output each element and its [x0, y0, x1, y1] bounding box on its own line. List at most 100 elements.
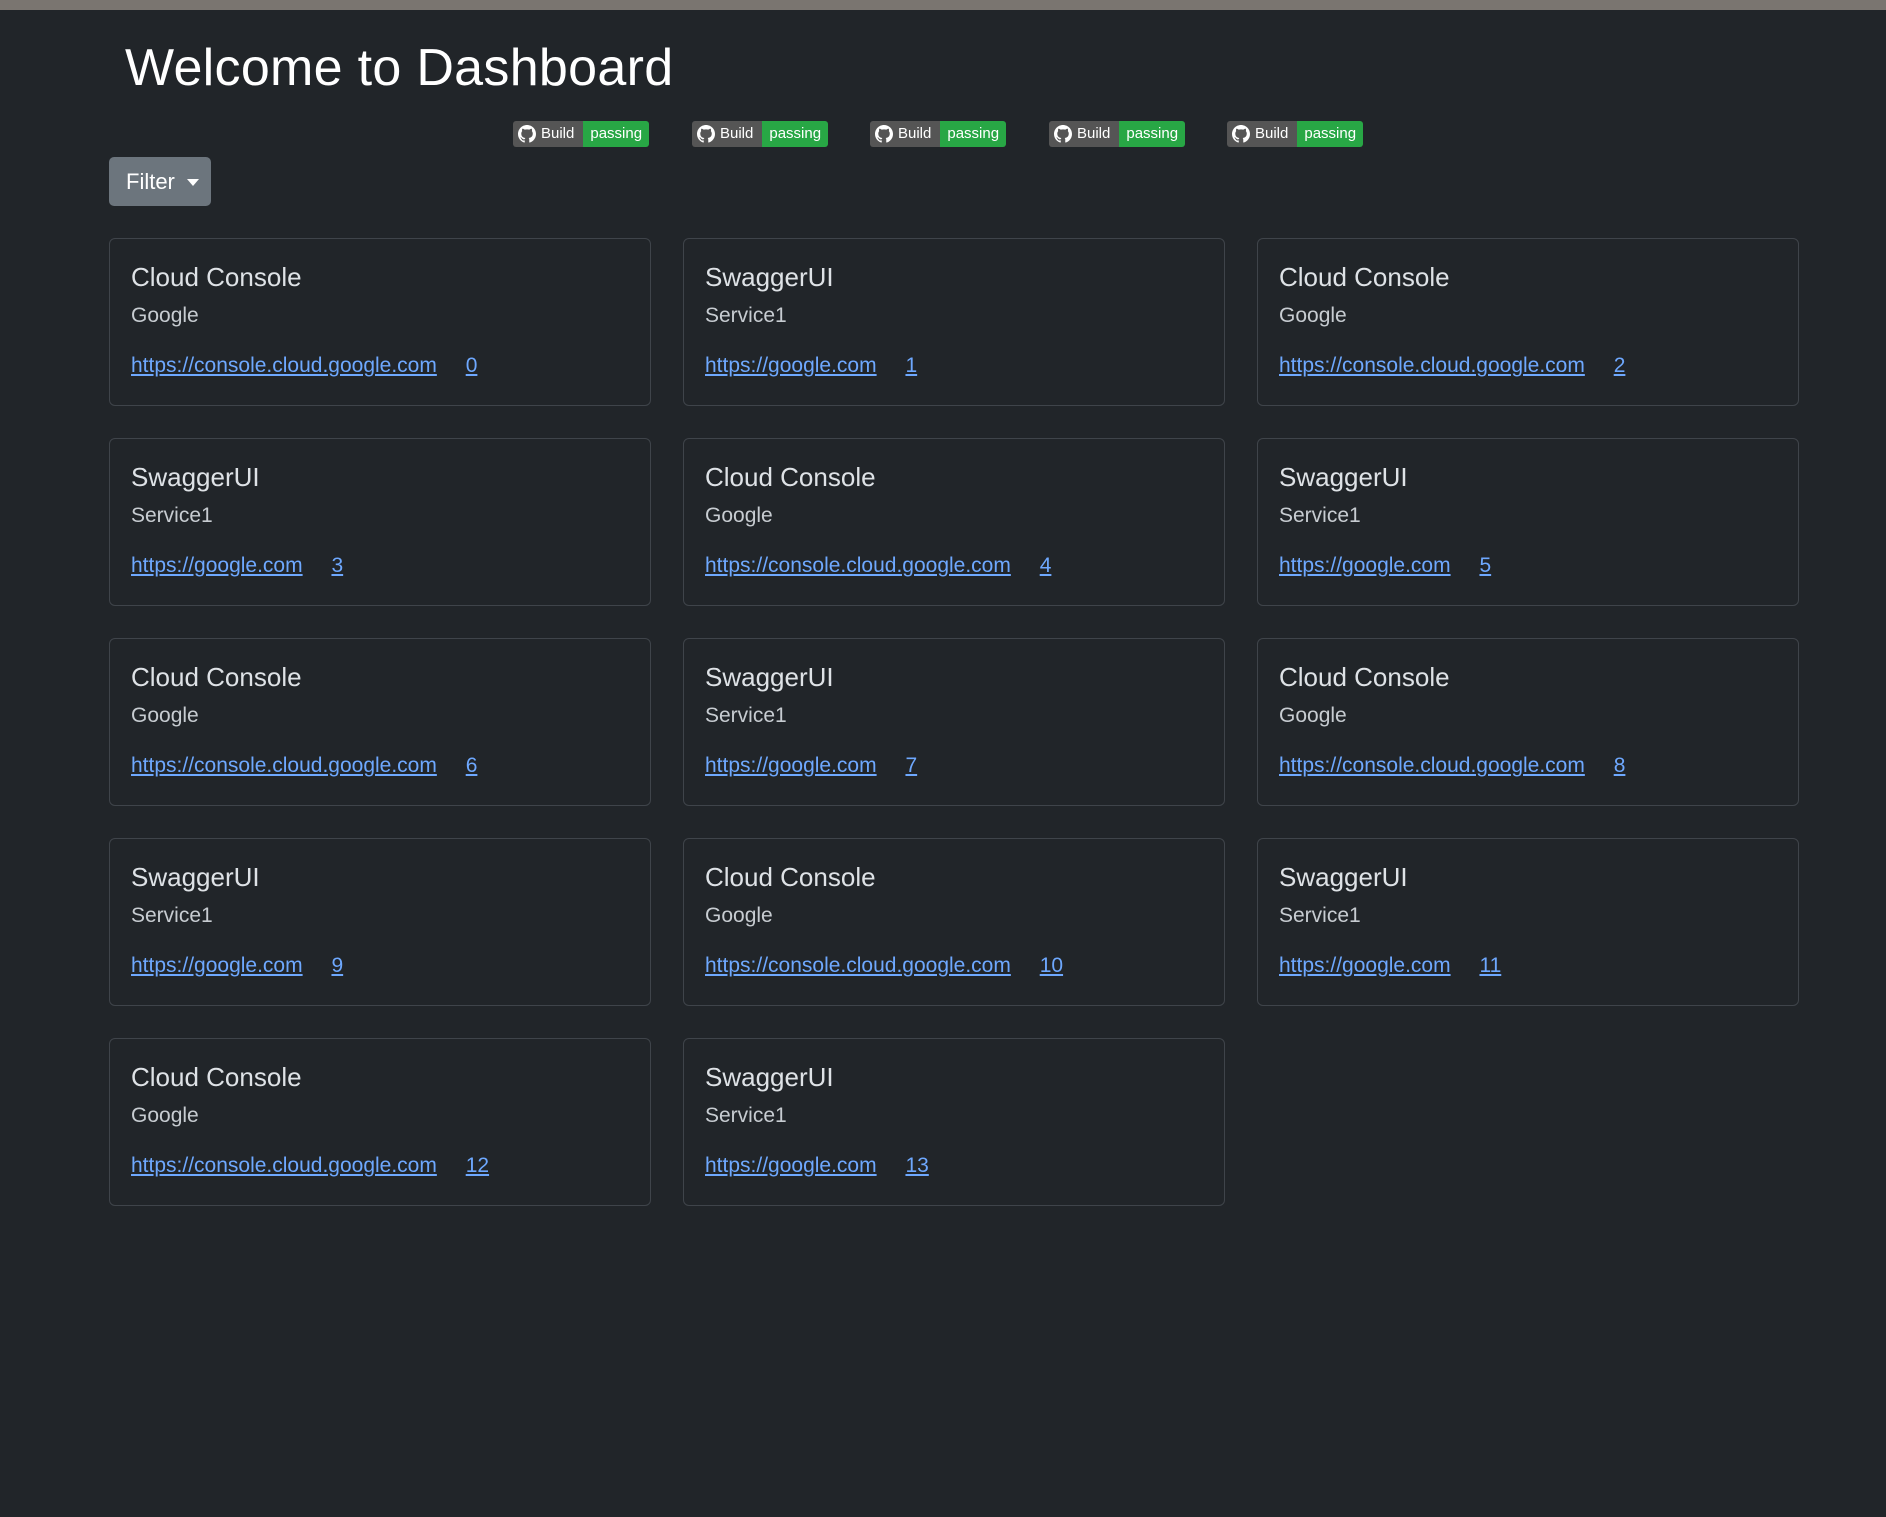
badge-status: passing	[583, 121, 650, 147]
card-links: https://google.com 3	[131, 552, 629, 580]
card-subtitle: Service1	[131, 504, 213, 527]
card-index-link[interactable]: 8	[1614, 754, 1626, 777]
badge-status: passing	[940, 121, 1007, 147]
service-card: SwaggerUI Service1 https://google.com 11	[1257, 838, 1799, 1006]
card-title: SwaggerUI	[1279, 862, 1408, 892]
badge-label-segment: Build	[1227, 121, 1298, 147]
card-index-link[interactable]: 1	[905, 354, 917, 377]
card-links: https://google.com 13	[705, 1152, 1203, 1180]
card-index-link[interactable]: 12	[466, 1154, 489, 1177]
badge-label-segment: Build	[513, 121, 584, 147]
badge-status: passing	[762, 121, 829, 147]
service-card: Cloud Console Google https://console.clo…	[109, 638, 651, 806]
service-card-grid: Cloud Console Google https://console.clo…	[109, 238, 1799, 1206]
filter-dropdown-button[interactable]: Filter	[109, 157, 211, 206]
service-card: Cloud Console Google https://console.clo…	[109, 1038, 651, 1206]
card-url-link[interactable]: https://google.com	[131, 954, 303, 977]
card-title: Cloud Console	[131, 262, 302, 292]
card-title: SwaggerUI	[705, 262, 834, 292]
card-title: Cloud Console	[1279, 662, 1450, 692]
card-subtitle: Service1	[1279, 904, 1361, 927]
card-title: Cloud Console	[705, 862, 876, 892]
card-url-link[interactable]: https://google.com	[705, 354, 877, 377]
card-links: https://google.com 1	[705, 352, 1203, 380]
github-icon	[1054, 125, 1072, 143]
card-links: https://console.cloud.google.com 4	[705, 552, 1203, 580]
build-badges: Build passing Build passing Build passin…	[0, 121, 1886, 147]
card-subtitle: Google	[131, 1104, 199, 1127]
card-url-link[interactable]: https://console.cloud.google.com	[705, 954, 1011, 977]
card-url-link[interactable]: https://console.cloud.google.com	[131, 754, 437, 777]
card-index-link[interactable]: 4	[1040, 554, 1052, 577]
service-card: SwaggerUI Service1 https://google.com 13	[683, 1038, 1225, 1206]
card-title: SwaggerUI	[131, 862, 260, 892]
card-url-link[interactable]: https://console.cloud.google.com	[705, 554, 1011, 577]
build-badge[interactable]: Build passing	[692, 121, 829, 147]
badge-status: passing	[1119, 121, 1186, 147]
card-links: https://console.cloud.google.com 10	[705, 952, 1203, 980]
card-subtitle: Service1	[705, 704, 787, 727]
card-index-link[interactable]: 0	[466, 354, 478, 377]
card-url-link[interactable]: https://console.cloud.google.com	[1279, 354, 1585, 377]
card-subtitle: Google	[1279, 704, 1347, 727]
card-links: https://console.cloud.google.com 8	[1279, 752, 1777, 780]
service-card: Cloud Console Google https://console.clo…	[1257, 238, 1799, 406]
github-icon	[697, 125, 715, 143]
card-index-link[interactable]: 6	[466, 754, 478, 777]
build-badge[interactable]: Build passing	[1227, 121, 1364, 147]
badge-label: Build	[720, 125, 754, 142]
card-url-link[interactable]: https://console.cloud.google.com	[131, 354, 437, 377]
browser-top-strip	[0, 0, 1886, 10]
service-card: Cloud Console Google https://console.clo…	[683, 438, 1225, 606]
card-title: SwaggerUI	[131, 462, 260, 492]
card-subtitle: Service1	[705, 1104, 787, 1127]
badge-label-segment: Build	[1049, 121, 1120, 147]
card-links: https://google.com 5	[1279, 552, 1777, 580]
card-index-link[interactable]: 3	[331, 554, 343, 577]
github-icon	[875, 125, 893, 143]
card-index-link[interactable]: 2	[1614, 354, 1626, 377]
card-url-link[interactable]: https://google.com	[705, 754, 877, 777]
badge-label-segment: Build	[692, 121, 763, 147]
card-links: https://google.com 9	[131, 952, 629, 980]
build-badge[interactable]: Build passing	[1049, 121, 1186, 147]
card-index-link[interactable]: 7	[905, 754, 917, 777]
card-links: https://google.com 11	[1279, 952, 1777, 980]
service-card: SwaggerUI Service1 https://google.com 3	[109, 438, 651, 606]
card-url-link[interactable]: https://google.com	[131, 554, 303, 577]
badge-label-segment: Build	[870, 121, 941, 147]
card-subtitle: Service1	[705, 304, 787, 327]
card-subtitle: Service1	[131, 904, 213, 927]
service-card: SwaggerUI Service1 https://google.com 1	[683, 238, 1225, 406]
card-index-link[interactable]: 10	[1040, 954, 1063, 977]
card-url-link[interactable]: https://console.cloud.google.com	[1279, 754, 1585, 777]
card-links: https://console.cloud.google.com 6	[131, 752, 629, 780]
card-url-link[interactable]: https://console.cloud.google.com	[131, 1154, 437, 1177]
service-card: SwaggerUI Service1 https://google.com 9	[109, 838, 651, 1006]
card-url-link[interactable]: https://google.com	[705, 1154, 877, 1177]
card-title: SwaggerUI	[1279, 462, 1408, 492]
card-title: Cloud Console	[131, 662, 302, 692]
card-title: Cloud Console	[705, 462, 876, 492]
service-card: Cloud Console Google https://console.clo…	[1257, 638, 1799, 806]
card-title: Cloud Console	[1279, 262, 1450, 292]
card-index-link[interactable]: 5	[1479, 554, 1491, 577]
build-badge[interactable]: Build passing	[513, 121, 650, 147]
card-url-link[interactable]: https://google.com	[1279, 954, 1451, 977]
page-title: Welcome to Dashboard	[125, 39, 674, 97]
build-badge[interactable]: Build passing	[870, 121, 1007, 147]
service-card: Cloud Console Google https://console.clo…	[109, 238, 651, 406]
card-title: Cloud Console	[131, 1062, 302, 1092]
card-index-link[interactable]: 11	[1479, 954, 1501, 977]
card-links: https://console.cloud.google.com 12	[131, 1152, 629, 1180]
card-index-link[interactable]: 9	[331, 954, 343, 977]
card-subtitle: Google	[705, 504, 773, 527]
card-title: SwaggerUI	[705, 1062, 834, 1092]
service-card: Cloud Console Google https://console.clo…	[683, 838, 1225, 1006]
caret-down-icon	[186, 179, 199, 186]
card-index-link[interactable]: 13	[905, 1154, 928, 1177]
card-url-link[interactable]: https://google.com	[1279, 554, 1451, 577]
service-card: SwaggerUI Service1 https://google.com 7	[683, 638, 1225, 806]
card-subtitle: Google	[131, 704, 199, 727]
badge-label: Build	[1077, 125, 1111, 142]
